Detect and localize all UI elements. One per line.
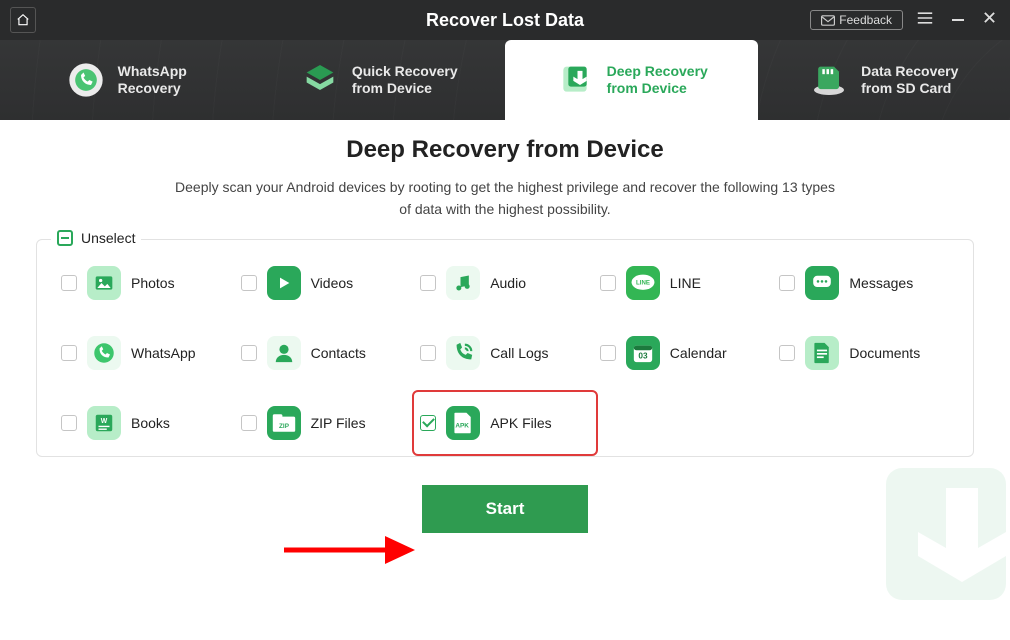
item-label: Photos [131, 275, 175, 291]
checkbox-photos[interactable] [61, 275, 77, 291]
tab-line2: from Device [607, 80, 708, 98]
data-types-panel: Unselect Photos Videos [36, 239, 974, 457]
item-contacts[interactable]: Contacts [239, 332, 413, 374]
item-calendar[interactable]: 03 Calendar [598, 332, 772, 374]
item-books[interactable]: W Books [59, 402, 233, 444]
unselect-all-checkbox[interactable] [57, 230, 73, 246]
tab-line1: Quick Recovery [352, 63, 458, 81]
svg-text:03: 03 [638, 351, 648, 360]
panel-legend-label: Unselect [81, 230, 135, 246]
item-messages[interactable]: Messages [777, 262, 951, 304]
item-label: Audio [490, 275, 526, 291]
quick-recovery-tab-icon [300, 57, 340, 103]
svg-text:APK: APK [456, 422, 470, 429]
mail-icon [821, 15, 835, 26]
svg-text:LINE: LINE [636, 279, 650, 286]
tab-sd-card-recovery[interactable]: Data Recovery from SD Card [758, 40, 1010, 120]
documents-icon [812, 342, 832, 364]
line-icon: LINE [630, 273, 656, 293]
item-label: LINE [670, 275, 701, 291]
item-zip-files[interactable]: ZIP ZIP Files [239, 402, 413, 444]
checkbox-call-logs[interactable] [420, 345, 436, 361]
minimize-icon [951, 11, 965, 25]
whatsapp-icon [92, 341, 116, 365]
photos-icon [94, 273, 114, 293]
zip-icon: ZIP [272, 413, 296, 433]
checkbox-zip-files[interactable] [241, 415, 257, 431]
menu-icon [917, 11, 933, 25]
tab-line2: from SD Card [861, 80, 958, 98]
checkbox-calendar[interactable] [600, 345, 616, 361]
close-button[interactable] [979, 11, 1000, 29]
item-label: Videos [311, 275, 354, 291]
item-call-logs[interactable]: Call Logs [418, 332, 592, 374]
tab-deep-recovery[interactable]: Deep Recovery from Device [505, 40, 758, 120]
item-label: Books [131, 415, 170, 431]
page-subtitle: Deeply scan your Android devices by root… [175, 176, 835, 221]
item-label: WhatsApp [131, 345, 196, 361]
item-label: Documents [849, 345, 920, 361]
tab-line1: WhatsApp [118, 63, 187, 81]
menu-button[interactable] [913, 11, 937, 30]
close-icon [983, 11, 996, 24]
feedback-button[interactable]: Feedback [810, 10, 903, 30]
item-whatsapp[interactable]: WhatsApp [59, 332, 233, 374]
tab-line1: Data Recovery [861, 63, 958, 81]
start-button[interactable]: Start [422, 485, 589, 533]
deep-recovery-tab-icon [555, 57, 595, 103]
checkbox-apk-files[interactable] [420, 415, 436, 431]
checkbox-books[interactable] [61, 415, 77, 431]
videos-icon [276, 275, 292, 291]
svg-text:W: W [101, 418, 108, 425]
panel-legend: Unselect [51, 230, 141, 246]
item-label: Contacts [311, 345, 366, 361]
item-apk-files[interactable]: APK APK Files [412, 390, 598, 456]
item-label: APK Files [490, 415, 551, 431]
checkbox-line[interactable] [600, 275, 616, 291]
call-logs-icon [452, 342, 474, 364]
sd-card-tab-icon [809, 57, 849, 103]
annotation-arrow [280, 530, 420, 570]
item-label: Call Logs [490, 345, 548, 361]
item-documents[interactable]: Documents [777, 332, 951, 374]
calendar-icon: 03 [632, 342, 654, 364]
checkbox-whatsapp[interactable] [61, 345, 77, 361]
tab-line1: Deep Recovery [607, 63, 708, 81]
item-label: Messages [849, 275, 913, 291]
item-label: Calendar [670, 345, 727, 361]
checkbox-messages[interactable] [779, 275, 795, 291]
home-button[interactable] [10, 7, 36, 33]
tab-strip: WhatsApp Recovery Quick Recovery from De… [0, 40, 1010, 120]
checkbox-documents[interactable] [779, 345, 795, 361]
checkbox-contacts[interactable] [241, 345, 257, 361]
feedback-label: Feedback [839, 13, 892, 27]
books-icon: W [93, 412, 115, 434]
messages-icon [812, 275, 832, 291]
minimize-button[interactable] [947, 11, 969, 30]
window-title: Recover Lost Data [426, 10, 584, 31]
whatsapp-tab-icon [66, 58, 106, 102]
item-photos[interactable]: Photos [59, 262, 233, 304]
checkbox-audio[interactable] [420, 275, 436, 291]
audio-icon [453, 273, 473, 293]
item-audio[interactable]: Audio [418, 262, 592, 304]
main-content: Deep Recovery from Device Deeply scan yo… [0, 120, 1010, 533]
apk-icon: APK [452, 411, 474, 435]
tab-whatsapp-recovery[interactable]: WhatsApp Recovery [0, 40, 253, 120]
svg-text:ZIP: ZIP [279, 423, 290, 430]
data-types-grid: Photos Videos Audio LINE [59, 262, 951, 444]
item-line[interactable]: LINE LINE [598, 262, 772, 304]
titlebar: Recover Lost Data Feedback [0, 0, 1010, 40]
item-videos[interactable]: Videos [239, 262, 413, 304]
tab-line2: from Device [352, 80, 458, 98]
checkbox-videos[interactable] [241, 275, 257, 291]
tab-quick-recovery[interactable]: Quick Recovery from Device [253, 40, 506, 120]
page-heading: Deep Recovery from Device [36, 136, 974, 164]
item-label: ZIP Files [311, 415, 366, 431]
home-icon [16, 13, 30, 27]
tab-line2: Recovery [118, 80, 187, 98]
contacts-icon [273, 342, 295, 364]
